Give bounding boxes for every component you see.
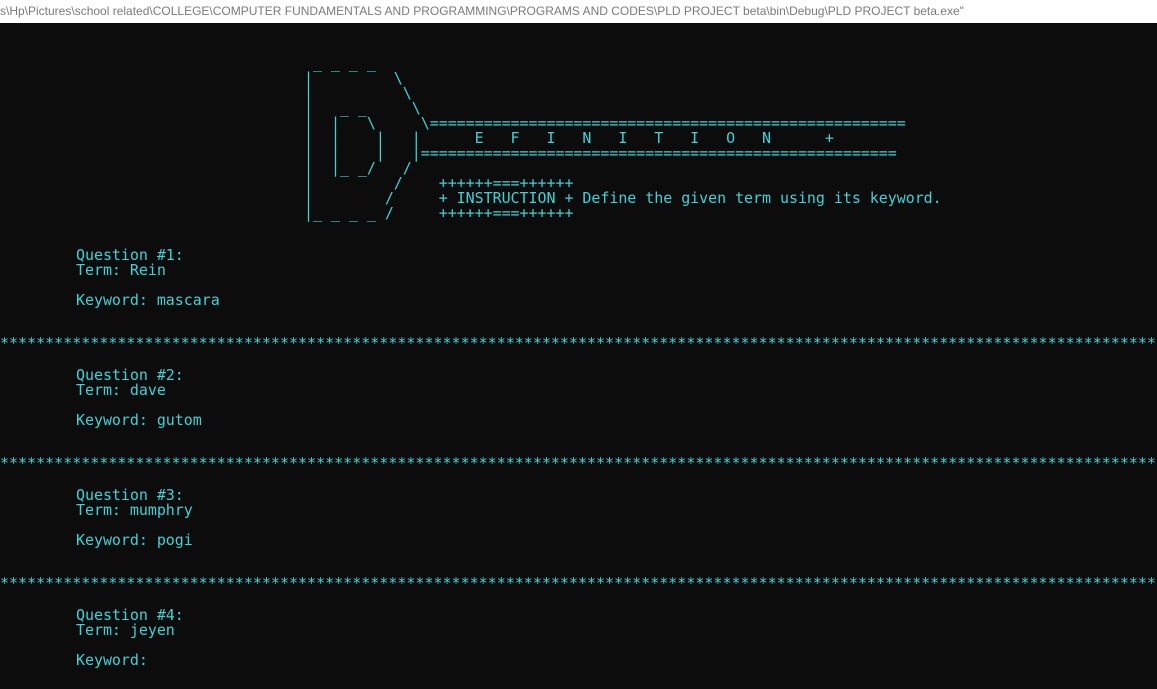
console-window: s\Hp\Pictures\school related\COLLEGE\COM… xyxy=(0,0,1157,689)
question-4-keyword-prompt[interactable]: Keyword: xyxy=(76,653,157,668)
question-3-keyword: Keyword: pogi xyxy=(76,531,193,549)
question-2-term: Term: dave xyxy=(76,381,166,399)
window-title-bar[interactable]: s\Hp\Pictures\school related\COLLEGE\COM… xyxy=(0,0,1157,23)
separator-line-2: ****************************************… xyxy=(0,456,1157,471)
question-2-keyword: Keyword: gutom xyxy=(76,411,202,429)
definition-banner: _ _ _ _ | \ | \ | _ _ \ | | \ \=========… xyxy=(304,54,942,222)
console-output[interactable]: _ _ _ _ | \ | \ | _ _ \ | | \ \=========… xyxy=(0,23,1157,689)
separator-line-1: ****************************************… xyxy=(0,336,1157,351)
separator-line-3: ****************************************… xyxy=(0,576,1157,591)
window-title: s\Hp\Pictures\school related\COLLEGE\COM… xyxy=(0,4,964,18)
question-1-term: Term: Rein xyxy=(76,261,166,279)
question-4-term: Term: jeyen xyxy=(76,621,175,639)
question-1-keyword: Keyword: mascara xyxy=(76,291,220,309)
question-3-term: Term: mumphry xyxy=(76,501,193,519)
